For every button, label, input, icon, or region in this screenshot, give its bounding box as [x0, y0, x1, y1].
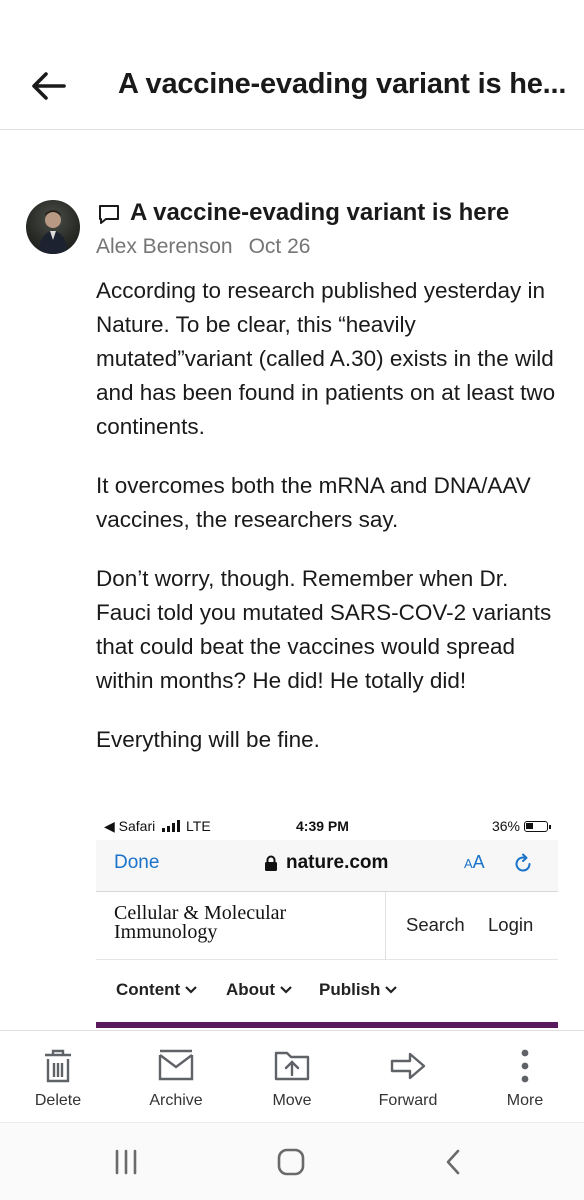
message-toolbar: Delete Archive Move Forward More	[0, 1030, 584, 1122]
chevron-down-icon	[185, 986, 197, 994]
page-title: A vaccine-evading variant is he...	[118, 68, 567, 100]
lock-icon	[265, 855, 277, 871]
search-link[interactable]: Search	[406, 914, 465, 936]
nav-content[interactable]: Content	[116, 980, 197, 1000]
author-name[interactable]: Alex Berenson	[96, 235, 233, 258]
journal-accent-bar	[96, 1022, 558, 1028]
site-nav: Content About Publish	[96, 960, 558, 1022]
delete-label: Delete	[34, 1092, 82, 1109]
nav-publish[interactable]: Publish	[319, 980, 398, 1000]
archive-label: Archive	[149, 1092, 203, 1109]
network-label: LTE	[186, 818, 211, 834]
avatar-photo	[38, 210, 68, 254]
move-button[interactable]: Move	[237, 1031, 347, 1123]
back-chevron-icon	[446, 1149, 460, 1175]
nav-label: Content	[116, 980, 181, 999]
message-subject: A vaccine-evading variant is here	[130, 199, 510, 226]
status-time: 4:39 PM	[296, 818, 349, 834]
trash-icon	[45, 1049, 71, 1083]
app-header: A vaccine-evading variant is he...	[0, 0, 584, 130]
done-button[interactable]: Done	[114, 852, 159, 874]
more-button[interactable]: More	[470, 1031, 580, 1123]
divider	[385, 892, 386, 960]
back-button[interactable]	[26, 62, 74, 110]
site-header: Cellular & Molecular Immunology Search L…	[96, 892, 558, 960]
message-date: Oct 26	[248, 235, 311, 258]
forward-arrow-icon	[390, 1052, 426, 1080]
body-paragraph: According to research published yesterda…	[96, 278, 556, 439]
body-paragraph: Everything will be fine.	[96, 727, 320, 752]
comment-icon	[99, 205, 119, 224]
recent-apps-icon	[115, 1149, 137, 1175]
nav-label: About	[226, 980, 276, 999]
browser-url-bar: Done nature.com AA	[96, 840, 558, 892]
login-link[interactable]: Login	[488, 914, 533, 936]
battery-percent: 36%	[491, 818, 520, 834]
nav-label: Publish	[319, 980, 381, 999]
embedded-screenshot[interactable]: ◀ Safari LTE 4:39 PM 36% Done nature.com…	[96, 810, 558, 1030]
system-back-button[interactable]	[434, 1145, 474, 1179]
body-paragraph: It overcomes both the mRNA and DNA/AAV v…	[96, 473, 531, 532]
nav-about[interactable]: About	[226, 980, 292, 1000]
journal-name-line2: Immunology	[114, 921, 218, 943]
domain-text: nature.com	[286, 852, 389, 873]
recent-apps-button[interactable]	[106, 1145, 146, 1179]
reload-icon[interactable]	[512, 853, 534, 875]
home-button[interactable]	[271, 1145, 311, 1179]
text-size-small: A	[464, 856, 473, 871]
move-icon	[274, 1051, 310, 1081]
chevron-down-icon	[385, 986, 398, 994]
archive-icon	[158, 1049, 194, 1081]
domain-label: nature.com	[264, 852, 388, 874]
body-paragraph: Don’t worry, though. Remember when Dr. F…	[96, 566, 552, 693]
delete-button[interactable]: Delete	[3, 1031, 113, 1123]
signal-icon	[162, 820, 181, 832]
forward-label: Forward	[378, 1092, 438, 1109]
carrier-label: ◀ Safari	[104, 818, 156, 834]
chevron-down-icon	[280, 986, 292, 994]
forward-button[interactable]: Forward	[353, 1031, 463, 1123]
phone-status-bar: ◀ Safari LTE 4:39 PM 36%	[96, 810, 558, 840]
journal-logo[interactable]: Cellular & Molecular Immunology	[114, 903, 314, 943]
subject-row: A vaccine-evading variant is here	[96, 198, 509, 228]
more-label: More	[506, 1092, 544, 1109]
back-arrow-icon	[32, 72, 66, 100]
system-nav-bar	[0, 1122, 584, 1200]
battery-icon	[524, 820, 551, 832]
avatar[interactable]	[26, 200, 80, 254]
home-icon	[277, 1148, 305, 1176]
text-size-large: A	[472, 852, 485, 872]
text-size-button[interactable]: AA	[464, 852, 485, 873]
message-body: According to research published yesterda…	[96, 274, 566, 782]
more-vertical-icon	[521, 1049, 529, 1083]
move-label: Move	[272, 1092, 312, 1109]
message-meta: Alex Berenson Oct 26	[96, 235, 310, 259]
archive-button[interactable]: Archive	[121, 1031, 231, 1123]
